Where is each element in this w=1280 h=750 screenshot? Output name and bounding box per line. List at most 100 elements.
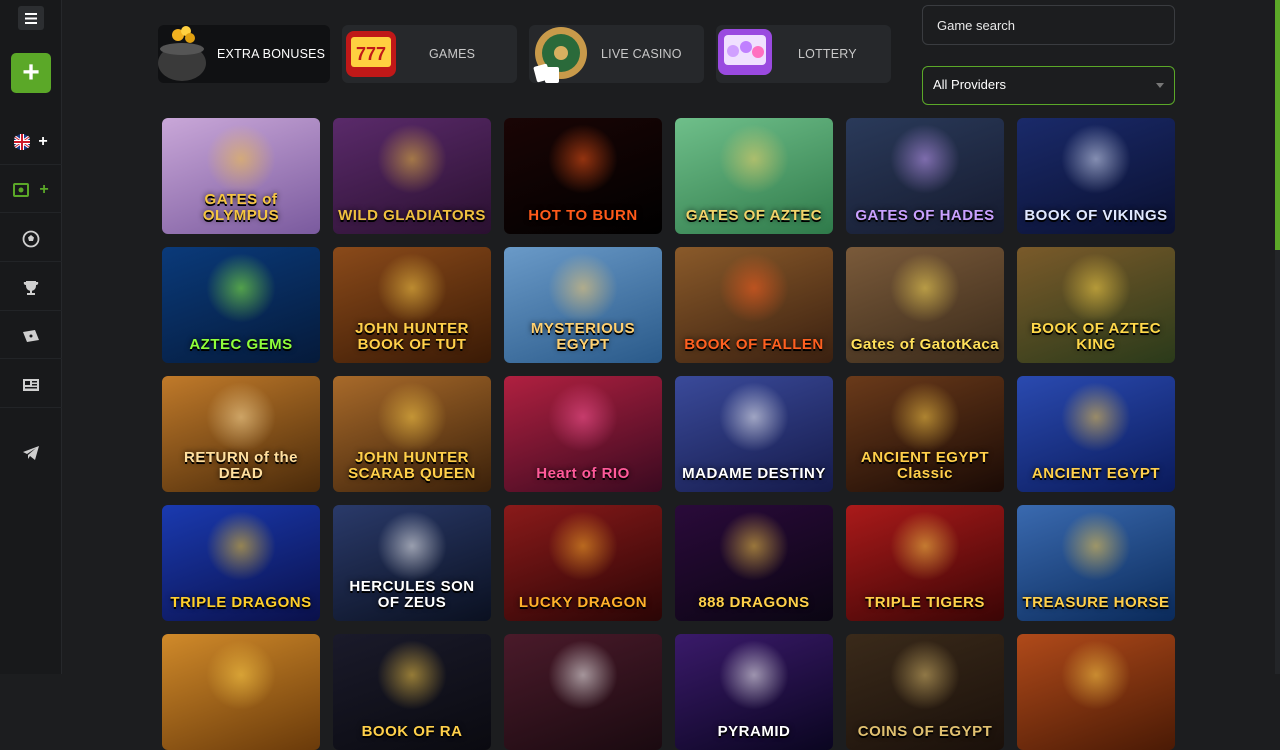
sidebar: + + + [0, 0, 62, 674]
game-art [206, 252, 276, 323]
game-art [548, 123, 618, 194]
game-card[interactable] [504, 634, 662, 750]
game-title: TRIPLE DRAGONS [170, 594, 312, 611]
game-art [890, 639, 960, 710]
game-title: GATES OF AZTEC [685, 207, 823, 224]
game-card[interactable]: AZTEC GEMS [162, 247, 320, 363]
tab-extra-bonuses[interactable]: EXTRA BONUSES [158, 25, 330, 83]
game-card[interactable]: ANCIENT EGYPT Classic [846, 376, 1004, 492]
uk-flag-icon [14, 133, 31, 150]
sports-button[interactable] [0, 216, 62, 262]
game-title [162, 740, 320, 750]
game-title: AZTEC GEMS [189, 336, 293, 353]
game-title: PYRAMID [717, 723, 791, 740]
tab-label: GAMES [429, 47, 476, 61]
game-art [890, 381, 960, 452]
hamburger-icon[interactable] [18, 6, 44, 30]
game-card[interactable]: HERCULES SON OF ZEUS [333, 505, 491, 621]
game-art [1061, 123, 1131, 194]
trophy-icon [23, 280, 39, 295]
add-language-plus: + [38, 132, 48, 150]
game-art [206, 381, 276, 452]
game-card[interactable]: GATES OF AZTEC [675, 118, 833, 234]
game-card[interactable]: GATES OF HADES [846, 118, 1004, 234]
game-card[interactable]: TREASURE HORSE [1017, 505, 1175, 621]
game-art [206, 510, 276, 581]
game-art [206, 639, 276, 710]
game-title [1017, 740, 1175, 750]
game-art [1061, 252, 1131, 323]
game-title: BOOK OF FALLEN [684, 336, 824, 353]
deposit-plus: + [39, 180, 49, 198]
game-art [1061, 510, 1131, 581]
game-art [377, 252, 447, 323]
game-art [377, 639, 447, 710]
game-card[interactable]: GATES of OLYMPUS [162, 118, 320, 234]
news-icon [23, 378, 39, 391]
game-card[interactable]: PYRAMID [675, 634, 833, 750]
tab-label: LIVE CASINO [601, 47, 682, 61]
game-art [719, 639, 789, 710]
providers-selected-value: All Providers [933, 77, 1006, 92]
game-card[interactable]: BOOK OF FALLEN [675, 247, 833, 363]
game-title: BOOK OF VIKINGS [1024, 207, 1168, 224]
tab-lottery[interactable]: LOTTERY [716, 25, 891, 83]
add-button[interactable]: + [11, 53, 51, 93]
scrollbar-thumb[interactable] [1275, 0, 1280, 250]
language-selector[interactable]: + [0, 119, 62, 165]
game-title: RETURN of the DEAD [184, 449, 298, 482]
game-card[interactable]: BOOK OF RA [333, 634, 491, 750]
game-title: 888 DRAGONS [698, 594, 810, 611]
game-card[interactable]: Heart of RIO [504, 376, 662, 492]
game-title: JOHN HUNTER BOOK OF TUT [355, 320, 469, 353]
tab-games[interactable]: 777 GAMES [342, 25, 517, 83]
game-title: HERCULES SON OF ZEUS [349, 578, 475, 611]
game-card[interactable] [1017, 634, 1175, 750]
providers-select[interactable]: All Providers [922, 66, 1175, 105]
telegram-button[interactable] [0, 430, 62, 476]
game-art [890, 510, 960, 581]
deposit-button[interactable]: + [0, 167, 62, 213]
game-title: ANCIENT EGYPT Classic [860, 449, 990, 482]
game-art [548, 510, 618, 581]
game-card[interactable]: WILD GLADIATORS [333, 118, 491, 234]
game-card[interactable]: ANCIENT EGYPT [1017, 376, 1175, 492]
game-card[interactable]: TRIPLE TIGERS [846, 505, 1004, 621]
game-art [548, 381, 618, 452]
game-card[interactable]: HOT TO BURN [504, 118, 662, 234]
tickets-button[interactable] [0, 313, 62, 359]
tab-live-casino[interactable]: LIVE CASINO [529, 25, 704, 83]
game-card[interactable]: 888 DRAGONS [675, 505, 833, 621]
game-card[interactable]: MADAME DESTINY [675, 376, 833, 492]
game-card[interactable]: RETURN of the DEAD [162, 376, 320, 492]
game-card[interactable]: COINS OF EGYPT [846, 634, 1004, 750]
game-art [719, 510, 789, 581]
game-title: MYSTERIOUS EGYPT [530, 320, 636, 353]
game-card[interactable]: Gates of GatotKaca [846, 247, 1004, 363]
game-art [1061, 381, 1131, 452]
game-art [719, 252, 789, 323]
lottery-machine-icon [718, 29, 772, 75]
game-card[interactable] [162, 634, 320, 750]
game-card[interactable]: BOOK OF VIKINGS [1017, 118, 1175, 234]
game-card[interactable]: JOHN HUNTER SCARAB QUEEN [333, 376, 491, 492]
game-card[interactable]: BOOK OF AZTEC KING [1017, 247, 1175, 363]
game-card[interactable]: TRIPLE DRAGONS [162, 505, 320, 621]
game-card[interactable]: MYSTERIOUS EGYPT [504, 247, 662, 363]
game-art [719, 381, 789, 452]
game-art [206, 123, 276, 194]
game-card[interactable]: LUCKY DRAGON [504, 505, 662, 621]
game-card[interactable]: JOHN HUNTER BOOK OF TUT [333, 247, 491, 363]
game-title: ANCIENT EGYPT [1031, 465, 1161, 482]
cash-icon [13, 182, 30, 197]
slot-machine-icon: 777 [346, 31, 396, 77]
game-title: HOT TO BURN [528, 207, 638, 224]
game-art [1061, 639, 1131, 710]
game-title: TREASURE HORSE [1022, 594, 1170, 611]
tournaments-button[interactable] [0, 265, 62, 311]
game-search-input[interactable]: Game search [922, 5, 1175, 45]
news-button[interactable] [0, 362, 62, 408]
game-title: COINS OF EGYPT [857, 723, 993, 740]
ticket-icon [23, 329, 39, 342]
scrollbar-track[interactable] [1275, 250, 1280, 674]
